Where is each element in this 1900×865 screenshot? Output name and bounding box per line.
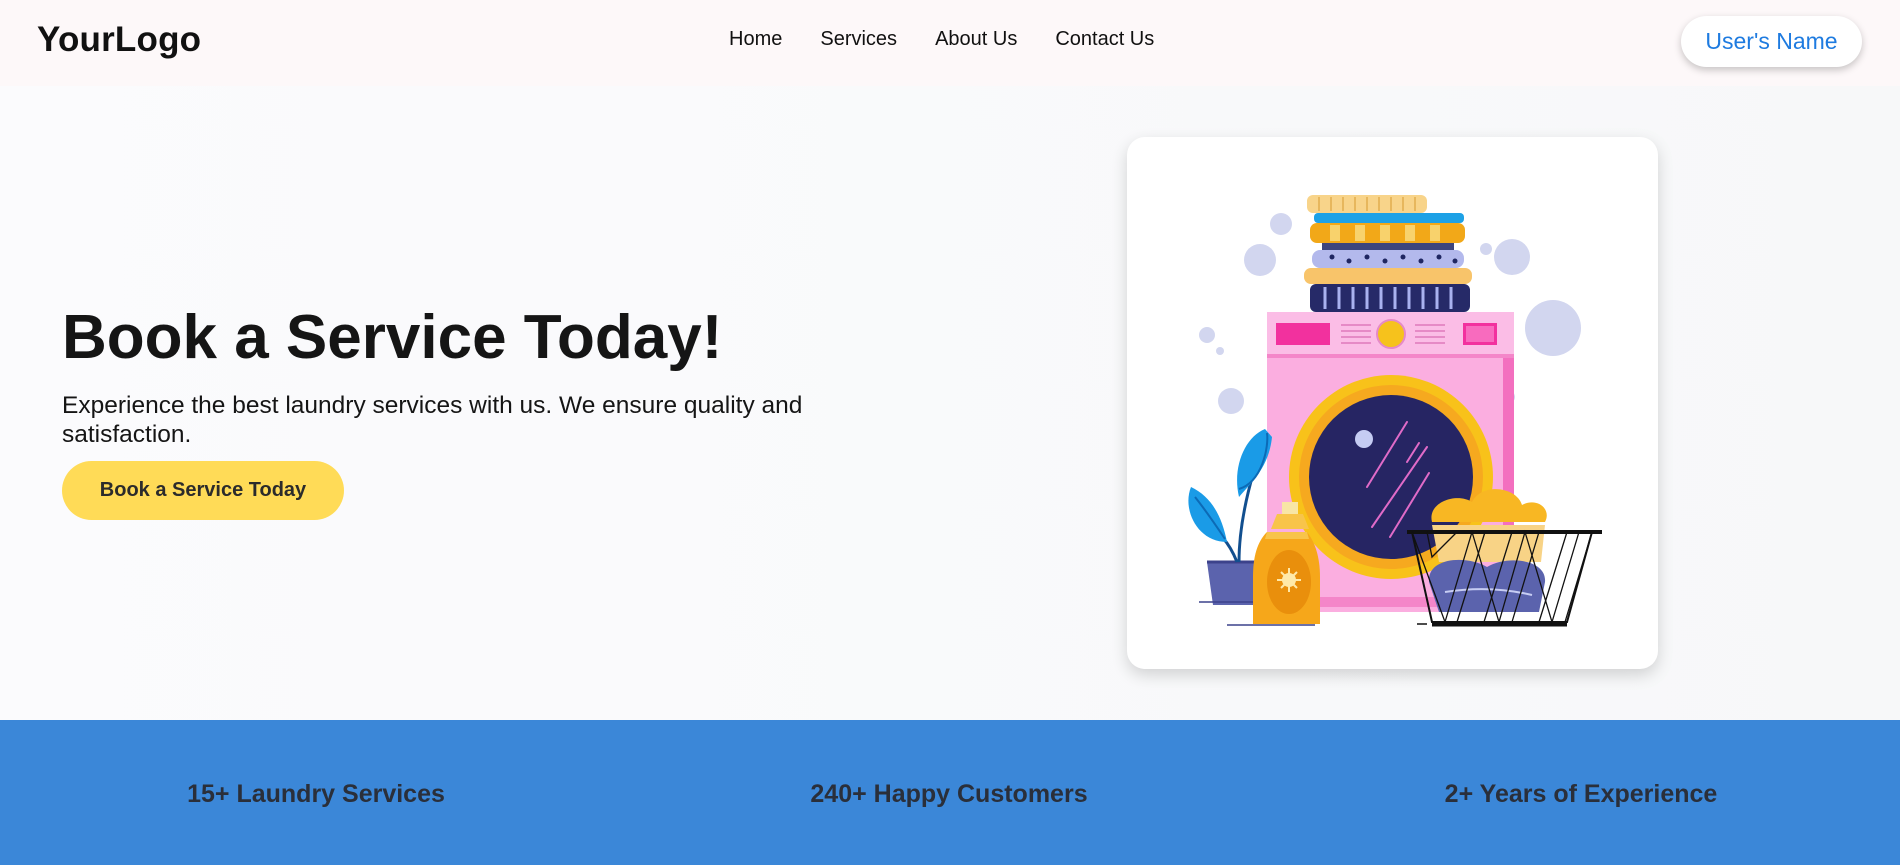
nav-link-services[interactable]: Services bbox=[820, 28, 897, 51]
main-nav: Home Services About Us Contact Us bbox=[729, 28, 1192, 51]
nav-link-about-us[interactable]: About Us bbox=[935, 28, 1017, 51]
navbar: YourLogo Home Services About Us Contact … bbox=[0, 0, 1900, 86]
hero-title: Book a Service Today! bbox=[62, 303, 723, 372]
hero-section: Book a Service Today! Experience the bes… bbox=[0, 86, 1900, 720]
stats-band: 15+ Laundry Services 240+ Happy Customer… bbox=[0, 720, 1900, 865]
washing-machine-laundry-illustration bbox=[1188, 195, 1602, 627]
illustration-card bbox=[1127, 137, 1658, 669]
stat-laundry-services: 15+ Laundry Services bbox=[187, 780, 445, 808]
book-service-button[interactable]: Book a Service Today bbox=[62, 461, 344, 520]
hero-subtitle: Experience the best laundry services wit… bbox=[62, 392, 803, 448]
stat-years-experience: 2+ Years of Experience bbox=[1444, 780, 1718, 808]
nav-link-contact-us[interactable]: Contact Us bbox=[1055, 28, 1154, 51]
stat-happy-customers: 240+ Happy Customers bbox=[810, 780, 1088, 808]
user-account-button[interactable]: User's Name bbox=[1681, 16, 1862, 67]
logo[interactable]: YourLogo bbox=[37, 20, 201, 60]
nav-link-home[interactable]: Home bbox=[729, 28, 782, 51]
folded-clothes-icon bbox=[1304, 195, 1472, 312]
